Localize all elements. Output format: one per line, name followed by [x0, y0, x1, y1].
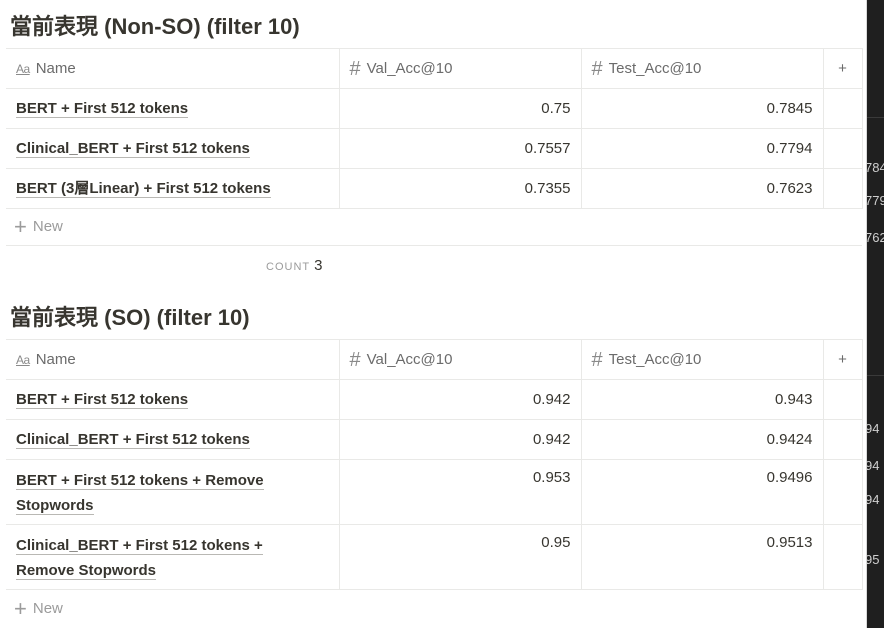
new-row-button[interactable]: + New	[6, 208, 862, 246]
row-name-line[interactable]: Remove Stopwords	[16, 562, 157, 580]
empty-cell	[822, 524, 863, 590]
notion-page: 當前表現 (Non-SO) (filter 10) Aa Name # Val_…	[0, 0, 867, 628]
row-name[interactable]: Clinical_BERT + First 512 tokens	[16, 431, 250, 449]
empty-cell	[822, 168, 863, 209]
bg-cell: 94	[865, 458, 880, 473]
test-acc-cell[interactable]: 0.7623	[580, 168, 824, 209]
row-name-cell[interactable]: BERT + First 512 tokens	[6, 88, 340, 129]
bg-cell: 762	[865, 230, 884, 245]
bg-cell: 779	[865, 193, 884, 208]
empty-cell	[822, 379, 863, 420]
column-header-test-acc[interactable]: # Test_Acc@10	[580, 339, 824, 380]
number-property-icon: #	[591, 348, 603, 371]
row-name-cell[interactable]: Clinical_BERT + First 512 tokens	[6, 128, 340, 169]
row-name-cell[interactable]: Clinical_BERT + First 512 tokens + Remov…	[6, 524, 340, 590]
empty-cell	[822, 419, 863, 460]
bg-cell: 95	[865, 552, 880, 567]
column-header-val-acc[interactable]: # Val_Acc@10	[338, 48, 582, 89]
val-acc-cell[interactable]: 0.7355	[338, 168, 582, 209]
section-title-non-so: 當前表現 (Non-SO) (filter 10)	[10, 14, 300, 39]
val-acc-cell[interactable]: 0.942	[338, 379, 582, 420]
column-header-test-acc[interactable]: # Test_Acc@10	[580, 48, 824, 89]
empty-cell	[822, 88, 863, 129]
column-header-label: Val_Acc@10	[366, 351, 453, 368]
header-row: Aa Name # Val_Acc@10 # Test_Acc@10 +	[6, 48, 863, 89]
bg-cell: 94	[865, 421, 880, 436]
row-name[interactable]: Clinical_BERT + First 512 tokens	[16, 140, 250, 158]
val-acc-cell[interactable]: 0.953	[338, 459, 582, 525]
new-row-label: New	[32, 218, 63, 235]
val-acc-cell[interactable]: 0.95	[338, 524, 582, 590]
title-property-icon: Aa	[16, 352, 30, 367]
row-name-line[interactable]: BERT + First 512 tokens + Remove	[16, 472, 264, 490]
row-name[interactable]: BERT + First 512 tokens	[16, 100, 189, 118]
plus-icon: +	[14, 595, 27, 621]
table-row[interactable]: Clinical_BERT + First 512 tokens 0.7557 …	[6, 128, 863, 169]
table-row[interactable]: Clinical_BERT + First 512 tokens + Remov…	[6, 524, 863, 590]
test-acc-cell[interactable]: 0.9424	[580, 419, 824, 460]
row-name[interactable]: BERT + First 512 tokens	[16, 391, 189, 409]
column-header-label: Val_Acc@10	[366, 60, 453, 77]
header-row: Aa Name # Val_Acc@10 # Test_Acc@10 +	[6, 339, 863, 380]
bg-cell: 94	[865, 492, 880, 507]
bg-cell: 784	[865, 160, 884, 175]
table-row[interactable]: BERT + First 512 tokens + Remove Stopwor…	[6, 459, 863, 525]
test-acc-cell[interactable]: 0.7845	[580, 88, 824, 129]
column-header-name[interactable]: Aa Name	[6, 48, 340, 89]
test-acc-cell[interactable]: 0.7794	[580, 128, 824, 169]
column-header-name[interactable]: Aa Name	[6, 339, 340, 380]
empty-cell	[822, 128, 863, 169]
section-title-so: 當前表現 (SO) (filter 10)	[10, 305, 250, 330]
plus-icon: +	[14, 213, 27, 239]
row-name-line[interactable]: Stopwords	[16, 497, 94, 515]
column-header-label: Name	[35, 351, 76, 368]
database-table-non-so: Aa Name # Val_Acc@10 # Test_Acc@10 + BER…	[6, 48, 863, 209]
column-header-label: Test_Acc@10	[608, 351, 702, 368]
test-acc-cell[interactable]: 0.9513	[580, 524, 824, 590]
row-name[interactable]: BERT (3層Linear) + First 512 tokens	[16, 180, 271, 198]
add-column-button[interactable]: +	[822, 339, 863, 380]
new-row-label: New	[32, 600, 63, 617]
column-header-label: Test_Acc@10	[608, 60, 702, 77]
new-row-button[interactable]: + New	[6, 590, 862, 627]
table-row[interactable]: BERT + First 512 tokens 0.942 0.943	[6, 379, 863, 420]
number-property-icon: #	[349, 57, 361, 80]
number-property-icon: #	[349, 348, 361, 371]
empty-cell	[822, 459, 863, 525]
val-acc-cell[interactable]: 0.942	[338, 419, 582, 460]
database-table-so: Aa Name # Val_Acc@10 # Test_Acc@10 + BER…	[6, 339, 863, 590]
count-footer[interactable]: COUNT 3	[266, 257, 322, 274]
table-row[interactable]: Clinical_BERT + First 512 tokens 0.942 0…	[6, 419, 863, 460]
row-name-cell[interactable]: BERT + First 512 tokens	[6, 379, 340, 420]
table-row[interactable]: BERT (3層Linear) + First 512 tokens 0.735…	[6, 168, 863, 209]
column-header-label: Name	[35, 60, 76, 77]
val-acc-cell[interactable]: 0.7557	[338, 128, 582, 169]
count-label: COUNT	[266, 261, 311, 273]
row-name-line[interactable]: Clinical_BERT + First 512 tokens +	[16, 537, 263, 555]
row-name-cell[interactable]: Clinical_BERT + First 512 tokens	[6, 419, 340, 460]
row-name-cell[interactable]: BERT (3層Linear) + First 512 tokens	[6, 168, 340, 209]
count-value: 3	[314, 257, 323, 274]
column-header-val-acc[interactable]: # Val_Acc@10	[338, 339, 582, 380]
test-acc-cell[interactable]: 0.943	[580, 379, 824, 420]
title-property-icon: Aa	[16, 61, 30, 76]
val-acc-cell[interactable]: 0.75	[338, 88, 582, 129]
table-row[interactable]: BERT + First 512 tokens 0.75 0.7845	[6, 88, 863, 129]
add-column-button[interactable]: +	[822, 48, 863, 89]
number-property-icon: #	[591, 57, 603, 80]
row-name-cell[interactable]: BERT + First 512 tokens + Remove Stopwor…	[6, 459, 340, 525]
test-acc-cell[interactable]: 0.9496	[580, 459, 824, 525]
